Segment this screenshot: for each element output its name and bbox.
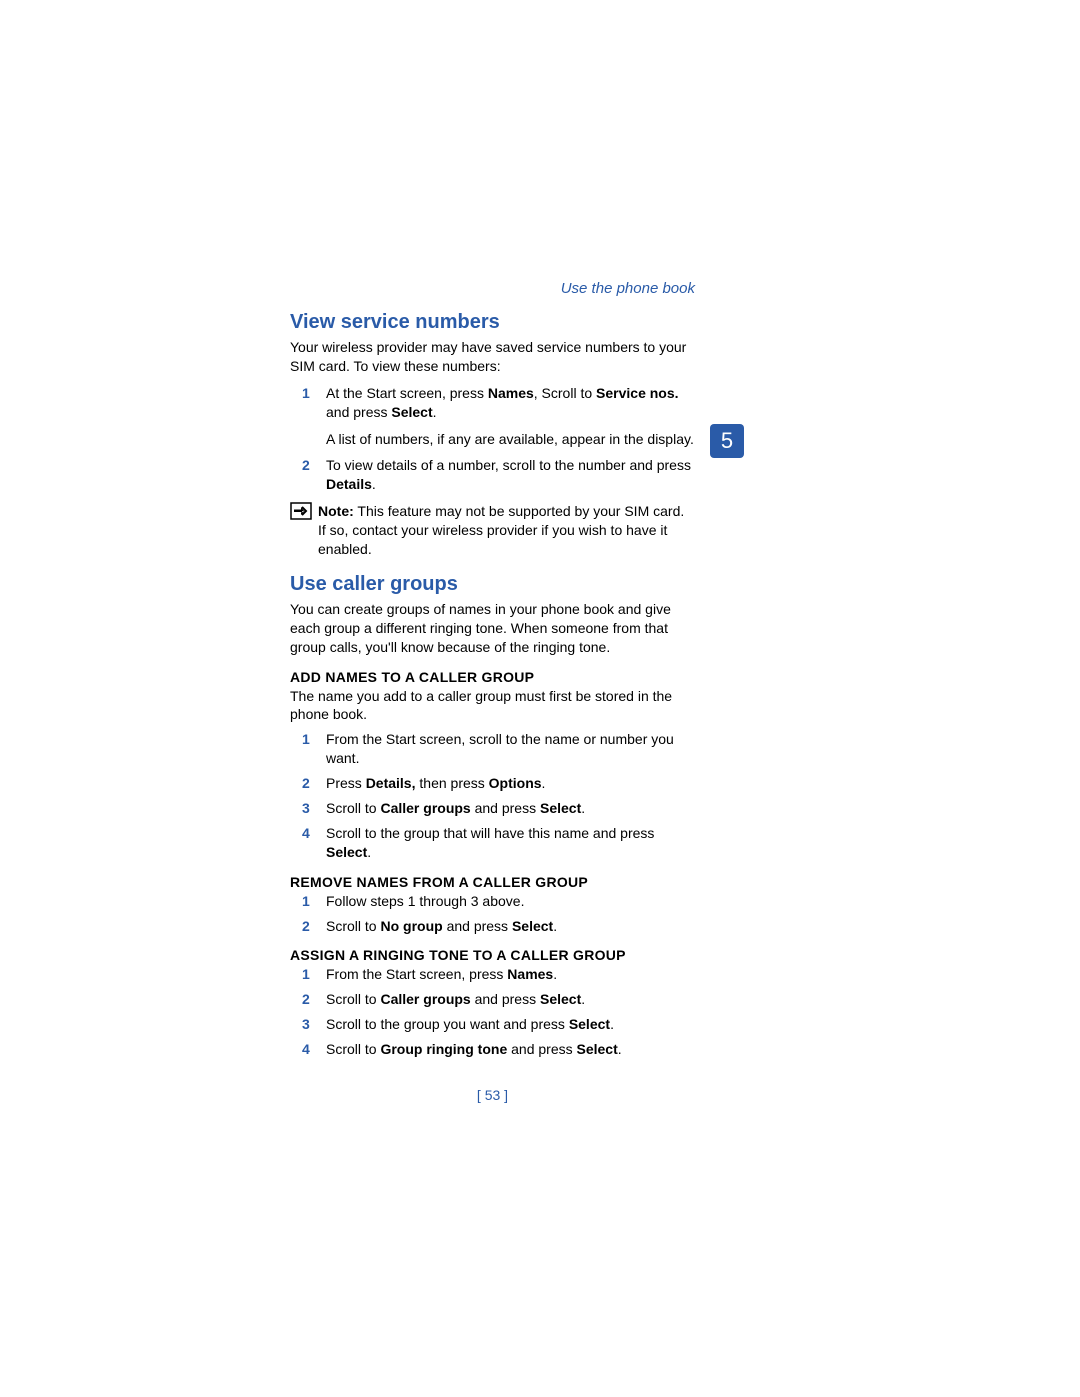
list-item: 2Scroll to Caller groups and press Selec… xyxy=(290,990,695,1009)
page-content: Use the phone book View service numbers … xyxy=(290,280,770,1103)
list-item: 3Scroll to the group you want and press … xyxy=(290,1015,695,1034)
step-text: Scroll to Caller groups and press Select… xyxy=(326,990,695,1009)
subheading-assign-ring: ASSIGN A RINGING TONE TO A CALLER GROUP xyxy=(290,947,695,963)
list-item: 1 At the Start screen, press Names, Scro… xyxy=(290,384,695,422)
step-text: Scroll to Group ringing tone and press S… xyxy=(326,1040,695,1059)
list-item: 2Press Details, then press Options. xyxy=(290,774,695,793)
list-item: 2 To view details of a number, scroll to… xyxy=(290,456,695,494)
section2-intro: You can create groups of names in your p… xyxy=(290,600,695,657)
sub-add-intro: The name you add to a caller group must … xyxy=(290,687,695,725)
sub-remove-steps: 1Follow steps 1 through 3 above.2Scroll … xyxy=(290,892,695,936)
step-number: 1 xyxy=(290,730,326,768)
step-text: At the Start screen, press Names, Scroll… xyxy=(326,384,695,422)
list-item: 3Scroll to Caller groups and press Selec… xyxy=(290,799,695,818)
step-text: Follow steps 1 through 3 above. xyxy=(326,892,695,911)
subheading-add-names: ADD NAMES TO A CALLER GROUP xyxy=(290,669,695,685)
note-icon xyxy=(290,502,318,525)
step-text: Scroll to the group you want and press S… xyxy=(326,1015,695,1034)
page-number: [ 53 ] xyxy=(290,1087,695,1103)
step-text: From the Start screen, scroll to the nam… xyxy=(326,730,695,768)
subheading-remove-names: REMOVE NAMES FROM A CALLER GROUP xyxy=(290,874,695,890)
step-number: 3 xyxy=(290,1015,326,1034)
step-number: 1 xyxy=(290,892,326,911)
step-number: 3 xyxy=(290,799,326,818)
step-number: 2 xyxy=(290,917,326,936)
step-text: From the Start screen, press Names. xyxy=(326,965,695,984)
step-text: Scroll to No group and press Select. xyxy=(326,917,695,936)
step-number: 4 xyxy=(290,1040,326,1059)
section1-after-step1: A list of numbers, if any are available,… xyxy=(326,430,695,449)
step-number: 2 xyxy=(290,990,326,1009)
section-title-view-service: View service numbers xyxy=(290,311,695,334)
step-text: Scroll to the group that will have this … xyxy=(326,824,695,862)
section1-intro: Your wireless provider may have saved se… xyxy=(290,338,695,376)
list-item: 4Scroll to the group that will have this… xyxy=(290,824,695,862)
step-number: 2 xyxy=(290,456,326,494)
step-text: Scroll to Caller groups and press Select… xyxy=(326,799,695,818)
chapter-header: Use the phone book xyxy=(290,280,695,297)
section1-steps-part2: 2 To view details of a number, scroll to… xyxy=(290,456,695,494)
section1-steps-part1: 1 At the Start screen, press Names, Scro… xyxy=(290,384,695,422)
step-number: 1 xyxy=(290,965,326,984)
sub-ring-steps: 1From the Start screen, press Names.2Scr… xyxy=(290,965,695,1059)
list-item: 2Scroll to No group and press Select. xyxy=(290,917,695,936)
step-text: Press Details, then press Options. xyxy=(326,774,695,793)
step-text: To view details of a number, scroll to t… xyxy=(326,456,695,494)
list-item: 4Scroll to Group ringing tone and press … xyxy=(290,1040,695,1059)
step-number: 4 xyxy=(290,824,326,862)
list-item: 1From the Start screen, press Names. xyxy=(290,965,695,984)
note-text: Note: This feature may not be supported … xyxy=(318,502,695,559)
step-number: 1 xyxy=(290,384,326,422)
sub-add-steps: 1From the Start screen, scroll to the na… xyxy=(290,730,695,861)
section-title-caller-groups: Use caller groups xyxy=(290,573,695,596)
note-block: Note: This feature may not be supported … xyxy=(290,502,695,559)
list-item: 1From the Start screen, scroll to the na… xyxy=(290,730,695,768)
step-number: 2 xyxy=(290,774,326,793)
list-item: 1Follow steps 1 through 3 above. xyxy=(290,892,695,911)
